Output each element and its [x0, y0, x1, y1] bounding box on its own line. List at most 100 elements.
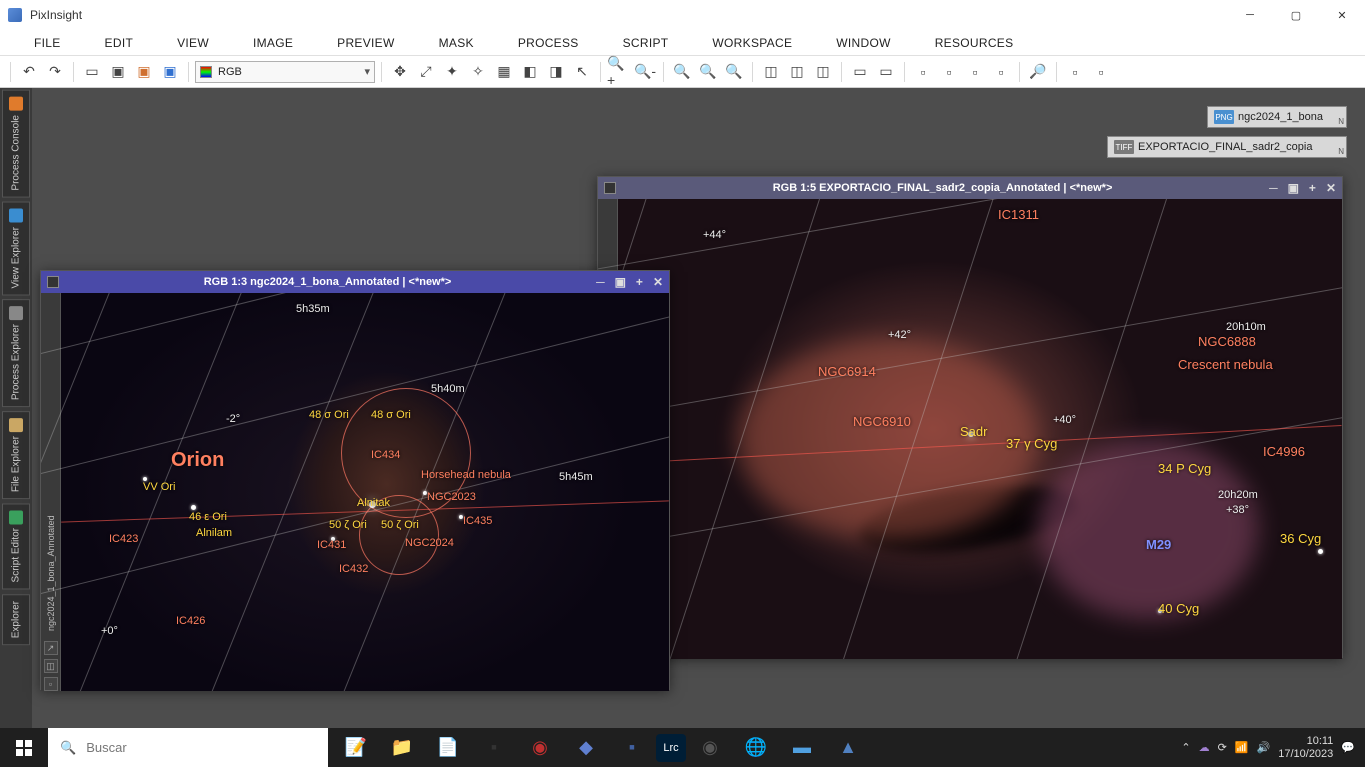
- rgb-swatch-icon: [200, 66, 212, 78]
- window-c-icon[interactable]: ◫: [811, 60, 835, 84]
- tab-explorer[interactable]: Explorer: [2, 594, 30, 645]
- panel-a-icon[interactable]: ▭: [848, 60, 872, 84]
- tray-volume-icon[interactable]: 🔊: [1257, 741, 1271, 754]
- action-c-icon[interactable]: ▫: [963, 60, 987, 84]
- tray-chevron-up-icon[interactable]: ⌃: [1181, 741, 1190, 754]
- menu-process[interactable]: PROCESS: [496, 36, 601, 50]
- taskbar-app-pixinsight[interactable]: ◆: [564, 728, 608, 767]
- taskbar-search[interactable]: 🔍 Buscar: [48, 728, 328, 767]
- tray-cloud-icon[interactable]: ☁: [1199, 741, 1210, 754]
- win-maximize-icon[interactable]: ▣: [1288, 181, 1299, 195]
- menubar: FILE EDIT VIEW IMAGE PREVIEW MASK PROCES…: [0, 30, 1365, 56]
- panel-b-icon[interactable]: ▭: [874, 60, 898, 84]
- win-close-icon[interactable]: ✕: [653, 275, 663, 289]
- magnify-a-icon[interactable]: 🔍: [670, 60, 694, 84]
- window-a-icon[interactable]: ◫: [759, 60, 783, 84]
- win-maximize-icon[interactable]: ▣: [615, 275, 626, 289]
- taskbar-clock[interactable]: 10:11 17/10/2023: [1278, 735, 1333, 759]
- sidestrip-btn-b[interactable]: ◫: [44, 659, 58, 673]
- coord-44: +44°: [703, 229, 726, 241]
- image-window-sadr2[interactable]: RGB 1:5 EXPORTACIO_FINAL_sadr2_copia_Ann…: [597, 176, 1343, 658]
- tab-process-console[interactable]: Process Console: [2, 90, 30, 198]
- taskbar-app-lrc[interactable]: Lrc: [656, 734, 686, 762]
- fit-icon[interactable]: ⤢: [414, 60, 438, 84]
- mask-b-icon[interactable]: ◨: [544, 60, 568, 84]
- tray-sync-icon[interactable]: ⟳: [1218, 741, 1227, 754]
- win-close-icon[interactable]: ✕: [1326, 181, 1336, 195]
- tab-process-explorer[interactable]: Process Explorer: [2, 299, 30, 407]
- maximize-button[interactable]: ▢: [1273, 0, 1319, 30]
- minimized-image-png[interactable]: PNG ngc2024_1_bona N: [1207, 106, 1347, 128]
- center-icon[interactable]: ✦: [440, 60, 464, 84]
- taskbar-app-desktop[interactable]: ▬: [780, 728, 824, 767]
- new-window-icon[interactable]: ▭: [80, 60, 104, 84]
- taskbar-app-explorer[interactable]: 📁: [380, 728, 424, 767]
- menu-file[interactable]: FILE: [12, 36, 83, 50]
- image-window-ngc2024[interactable]: RGB 1:3 ngc2024_1_bona_Annotated | <*new…: [40, 270, 670, 690]
- workspace: Process Console View Explorer Process Ex…: [0, 88, 1365, 728]
- color-swatch-b-icon[interactable]: ▣: [158, 60, 182, 84]
- grid-icon[interactable]: ▦: [492, 60, 516, 84]
- taskbar-app-notepad[interactable]: 📝: [334, 728, 378, 767]
- win-minimize-icon[interactable]: ─: [1269, 181, 1278, 195]
- window-b-icon[interactable]: ◫: [785, 60, 809, 84]
- magnify-b-icon[interactable]: 🔍: [696, 60, 720, 84]
- zoom-in-icon[interactable]: 🔍+: [607, 60, 631, 84]
- action-a-icon[interactable]: ▫: [911, 60, 935, 84]
- undo-icon[interactable]: ↶: [17, 60, 41, 84]
- sidestrip-btn-c[interactable]: ▫: [44, 677, 58, 691]
- tray-notifications-icon[interactable]: 💬: [1341, 741, 1355, 754]
- image-canvas[interactable]: 5h35m 5h40m 5h45m -2° +0° Orion VV Ori 4…: [61, 293, 669, 691]
- window-title: RGB 1:3 ngc2024_1_bona_Annotated | <*new…: [65, 276, 590, 288]
- color-swatch-a-icon[interactable]: ▣: [132, 60, 156, 84]
- menu-image[interactable]: IMAGE: [231, 36, 315, 50]
- crosshair-icon[interactable]: ✧: [466, 60, 490, 84]
- action-d-icon[interactable]: ▫: [989, 60, 1013, 84]
- window-titlebar[interactable]: RGB 1:5 EXPORTACIO_FINAL_sadr2_copia_Ann…: [598, 177, 1342, 199]
- tab-view-explorer[interactable]: View Explorer: [2, 202, 30, 296]
- start-button[interactable]: [0, 728, 48, 767]
- menu-workspace[interactable]: WORKSPACE: [690, 36, 814, 50]
- window-titlebar[interactable]: RGB 1:3 ngc2024_1_bona_Annotated | <*new…: [41, 271, 669, 293]
- mask-a-icon[interactable]: ◧: [518, 60, 542, 84]
- export-a-icon[interactable]: ▫: [1063, 60, 1087, 84]
- minimize-button[interactable]: ─: [1227, 0, 1273, 30]
- search-icon[interactable]: 🔎: [1026, 60, 1050, 84]
- sidestrip-btn-a[interactable]: ↗: [44, 641, 58, 655]
- pointer-icon[interactable]: ↖: [570, 60, 594, 84]
- menu-window[interactable]: WINDOW: [814, 36, 912, 50]
- taskbar-app-astro[interactable]: ◉: [688, 728, 732, 767]
- taskbar-app-document[interactable]: 📄: [426, 728, 470, 767]
- redo-icon[interactable]: ↷: [43, 60, 67, 84]
- taskbar-app-chrome[interactable]: 🌐: [734, 728, 778, 767]
- magnify-c-icon[interactable]: 🔍: [722, 60, 746, 84]
- png-badge-icon: PNG: [1214, 110, 1234, 124]
- menu-edit[interactable]: EDIT: [83, 36, 156, 50]
- menu-mask[interactable]: MASK: [417, 36, 496, 50]
- win-minimize-icon[interactable]: ─: [596, 275, 605, 289]
- channel-selector[interactable]: RGB ▾: [195, 61, 375, 83]
- move-tool-icon[interactable]: ✥: [388, 60, 412, 84]
- image-canvas[interactable]: IC1311 +44° +42° NGC6914 NGC6888 Crescen…: [618, 199, 1342, 659]
- menu-view[interactable]: VIEW: [155, 36, 231, 50]
- new-image-icon[interactable]: ▣: [106, 60, 130, 84]
- minimized-image-tiff[interactable]: TIFF EXPORTACIO_FINAL_sadr2_copia N: [1107, 136, 1347, 158]
- taskbar-app-sequator[interactable]: ▲: [826, 728, 870, 767]
- taskbar-apps: 📝 📁 📄 ▪ ◉ ◆ ▪ Lrc ◉ 🌐 ▬ ▲: [334, 728, 870, 767]
- taskbar-app-terminal[interactable]: ▪: [472, 728, 516, 767]
- taskbar-app-stellarium[interactable]: ▪: [610, 728, 654, 767]
- win-add-icon[interactable]: +: [1309, 181, 1316, 195]
- tray-wifi-icon[interactable]: 📶: [1235, 741, 1249, 754]
- taskbar-app-siril[interactable]: ◉: [518, 728, 562, 767]
- menu-preview[interactable]: PREVIEW: [315, 36, 416, 50]
- menu-resources[interactable]: RESOURCES: [913, 36, 1036, 50]
- menu-script[interactable]: SCRIPT: [601, 36, 691, 50]
- close-button[interactable]: ✕: [1319, 0, 1365, 30]
- zoom-out-icon[interactable]: 🔍-: [633, 60, 657, 84]
- titlebar: PixInsight ─ ▢ ✕: [0, 0, 1365, 30]
- win-add-icon[interactable]: +: [636, 275, 643, 289]
- export-b-icon[interactable]: ▫: [1089, 60, 1113, 84]
- tab-script-editor[interactable]: Script Editor: [2, 503, 30, 589]
- action-b-icon[interactable]: ▫: [937, 60, 961, 84]
- tab-file-explorer[interactable]: File Explorer: [2, 411, 30, 499]
